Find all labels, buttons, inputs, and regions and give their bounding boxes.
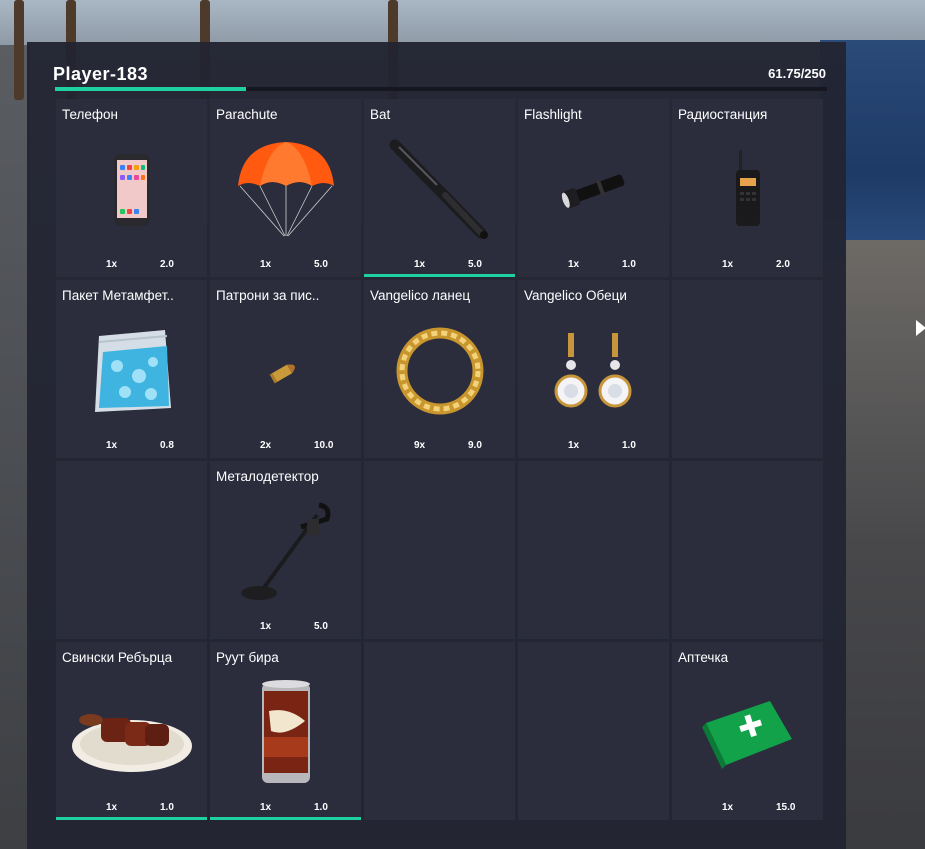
empty-slot-placeholder (518, 672, 669, 794)
slot-item-weight: 5.0 (314, 259, 328, 270)
weight-bar (55, 87, 827, 91)
inventory-slot[interactable] (56, 461, 207, 639)
slot-item-count: 1x (260, 259, 272, 270)
empty-slot-placeholder (672, 491, 823, 613)
inventory-slot[interactable] (364, 642, 515, 820)
slot-item-weight: 1.0 (314, 802, 328, 813)
baseball-bat-icon (364, 129, 515, 251)
slot-item-name: Патрони за пис.. (216, 288, 320, 303)
slot-item-count: 1x (106, 259, 118, 270)
slot-item-weight: 1.0 (622, 259, 636, 270)
slot-item-count: 1x (568, 440, 580, 451)
inventory-slot[interactable] (518, 642, 669, 820)
slot-item-name: Руут бира (216, 650, 279, 665)
slot-durability-bar (56, 817, 207, 820)
meth-bag-icon (56, 310, 207, 432)
empty-slot-placeholder (518, 491, 669, 613)
slot-item-name: Bat (370, 107, 391, 122)
earrings-icon (518, 310, 669, 432)
slot-item-weight: 2.0 (776, 259, 790, 270)
beer-can-icon (210, 672, 361, 794)
slot-item-count: 1x (260, 802, 272, 813)
slot-item-name: Vangelico Обеци (524, 288, 627, 303)
inventory-slot[interactable] (672, 280, 823, 458)
empty-slot-placeholder (56, 491, 207, 613)
slot-item-weight: 5.0 (314, 621, 328, 632)
gold-chain-icon (364, 310, 515, 432)
slot-item-weight: 15.0 (776, 802, 796, 813)
slot-item-count: 1x (106, 802, 118, 813)
slot-item-name: Пакет Метамфет.. (62, 288, 174, 303)
background-palm (14, 0, 24, 100)
slot-item-name: Flashlight (524, 107, 582, 122)
slot-item-count: 2x (260, 440, 272, 451)
radio-icon (672, 129, 823, 251)
weight-text: 61.75/250 (768, 66, 826, 81)
bullet-icon (210, 310, 361, 432)
inventory-slot[interactable]: Радиостанция 1x 2.0 (672, 99, 823, 277)
smartphone-icon (56, 129, 207, 251)
flashlight-icon (518, 129, 669, 251)
inventory-slot[interactable]: Свински Ребърца 1x 1.0 (56, 642, 207, 820)
slot-item-weight: 1.0 (622, 440, 636, 451)
inventory-slot[interactable]: Bat 1x 5.0 (364, 99, 515, 277)
slot-item-weight: 10.0 (314, 440, 334, 451)
slot-item-weight: 2.0 (160, 259, 174, 270)
inventory-slot[interactable]: Flashlight 1x 1.0 (518, 99, 669, 277)
slot-item-weight: 9.0 (468, 440, 482, 451)
parachute-icon (210, 129, 361, 251)
empty-slot-placeholder (364, 672, 515, 794)
inventory-slot[interactable]: Руут бира 1x 1.0 (210, 642, 361, 820)
inventory-slot[interactable]: Vangelico ланец 9x 9.0 (364, 280, 515, 458)
slot-item-name: Аптечка (678, 650, 729, 665)
slot-item-count: 1x (414, 259, 426, 270)
slot-item-name: Радиостанция (678, 107, 768, 122)
slot-durability-bar (210, 817, 361, 820)
slot-item-name: Свински Ребърца (62, 650, 173, 665)
slot-item-count: 1x (722, 802, 734, 813)
first-aid-kit-icon (672, 672, 823, 794)
slot-item-count: 1x (106, 440, 118, 451)
inventory-panel: Player-183 61.75/250 Телефон 1x 2.0 Para… (27, 42, 846, 849)
slot-item-count: 1x (722, 259, 734, 270)
inventory-slot[interactable] (672, 461, 823, 639)
inventory-grid: Телефон 1x 2.0 Parachute 1x 5.0 Bat 1x 5… (56, 99, 823, 820)
inventory-slot[interactable] (518, 461, 669, 639)
slot-item-name: Телефон (62, 107, 119, 122)
inventory-slot[interactable]: Parachute 1x 5.0 (210, 99, 361, 277)
background-sky (0, 0, 925, 45)
inventory-slot[interactable] (364, 461, 515, 639)
inventory-slot[interactable]: Пакет Метамфет.. 1x 0.8 (56, 280, 207, 458)
empty-slot-placeholder (672, 310, 823, 432)
slot-item-weight: 0.8 (160, 440, 174, 451)
player-name: Player-183 (53, 64, 149, 84)
inventory-slot[interactable]: Патрони за пис.. 2x 10.0 (210, 280, 361, 458)
mouse-cursor-icon (916, 320, 925, 336)
inventory-slot[interactable]: Металодетектор 1x 5.0 (210, 461, 361, 639)
slot-item-count: 9x (414, 440, 426, 451)
inventory-slot[interactable]: Vangelico Обеци 1x 1.0 (518, 280, 669, 458)
weight-bar-fill (55, 87, 246, 91)
slot-item-count: 1x (568, 259, 580, 270)
background-ground-right (845, 240, 925, 849)
slot-item-count: 1x (260, 621, 272, 632)
inventory-slot[interactable]: Телефон 1x 2.0 (56, 99, 207, 277)
slot-durability-bar (364, 274, 515, 277)
ribs-plate-icon (56, 672, 207, 794)
metal-detector-icon (210, 491, 361, 613)
slot-item-weight: 5.0 (468, 259, 482, 270)
slot-item-name: Parachute (216, 107, 278, 122)
background-ground-left (0, 45, 30, 849)
slot-item-name: Металодетектор (216, 469, 319, 484)
inventory-slot[interactable]: Аптечка 1x 15.0 (672, 642, 823, 820)
empty-slot-placeholder (364, 491, 515, 613)
slot-item-name: Vangelico ланец (370, 288, 471, 303)
slot-item-weight: 1.0 (160, 802, 174, 813)
